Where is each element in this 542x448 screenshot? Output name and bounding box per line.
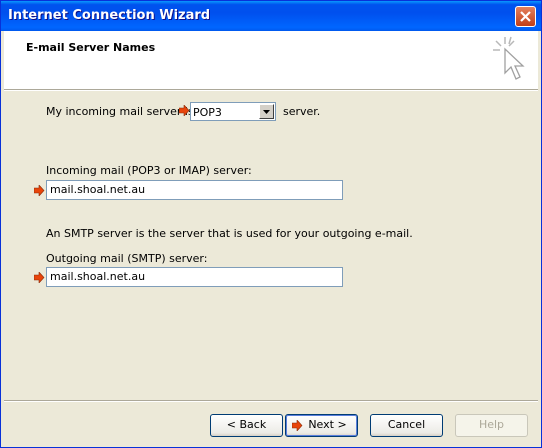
incoming-type-suffix: server. [283, 105, 321, 118]
cancel-button[interactable]: Cancel [370, 414, 443, 437]
wizard-header: E-mail Server Names [4, 31, 538, 90]
dropdown-button[interactable] [259, 104, 274, 119]
wizard-window: Internet Connection Wizard E-mail Server… [0, 0, 542, 448]
title-bar[interactable]: Internet Connection Wizard [1, 1, 541, 31]
back-button[interactable]: < Back [210, 414, 283, 437]
cancel-button-label: Cancel [387, 418, 426, 431]
smtp-description: An SMTP server is the server that is use… [46, 227, 413, 240]
next-button-label: Next > [308, 418, 347, 431]
back-button-label: < Back [226, 418, 267, 431]
window-title: Internet Connection Wizard [8, 8, 211, 23]
red-arrow-icon [179, 105, 190, 116]
help-button[interactable]: Help [455, 414, 528, 437]
outgoing-server-input[interactable]: mail.shoal.net.au [46, 267, 343, 287]
chevron-down-icon [263, 110, 270, 114]
red-arrow-icon [292, 420, 303, 431]
close-icon [520, 11, 531, 22]
footer-divider-highlight [4, 401, 538, 402]
close-button[interactable] [515, 6, 536, 27]
header-divider [4, 90, 538, 91]
server-type-select[interactable]: POP3 [190, 102, 276, 121]
page-title: E-mail Server Names [26, 41, 156, 54]
help-button-label: Help [478, 418, 505, 431]
outgoing-server-label: Outgoing mail (SMTP) server: [46, 252, 208, 265]
red-arrow-icon [34, 272, 45, 283]
incoming-server-input[interactable]: mail.shoal.net.au [46, 180, 343, 200]
wizard-cursor-icon [493, 36, 525, 80]
next-button[interactable]: Next > [285, 414, 358, 437]
incoming-server-label: Incoming mail (POP3 or IMAP) server: [46, 164, 252, 177]
server-type-value: POP3 [193, 106, 222, 119]
red-arrow-icon [34, 185, 45, 196]
